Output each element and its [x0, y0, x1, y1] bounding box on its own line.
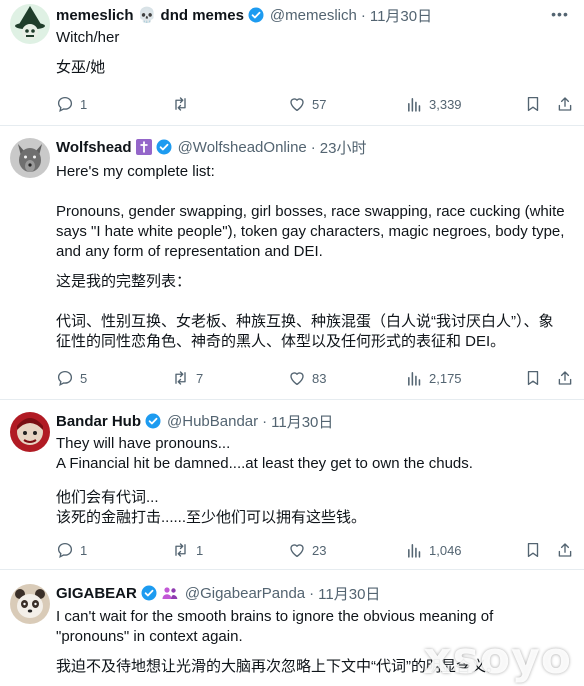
share-icon — [558, 543, 572, 557]
bookmark-button[interactable] — [524, 95, 542, 113]
timestamp[interactable]: 11月30日 — [271, 411, 333, 432]
avatar[interactable] — [10, 412, 50, 452]
timestamp[interactable]: 11月30日 — [318, 583, 380, 604]
views-icon — [408, 543, 421, 558]
heart-icon — [290, 98, 304, 112]
tweet-paragraph: Here's my complete list: — [56, 163, 215, 180]
tweet-paragraph: Pronouns, gender swapping, girl bosses, … — [56, 203, 569, 260]
tweet-text: They will have pronouns... A Financial h… — [56, 434, 566, 528]
avatar[interactable] — [10, 584, 50, 624]
retweet-icon — [175, 543, 186, 557]
bookmark-button[interactable] — [524, 369, 542, 387]
views-icon — [408, 97, 421, 112]
tweet-paragraph: 这是我的完整列表： — [56, 273, 192, 290]
tweet-paragraph: 女巫/她 — [56, 59, 106, 76]
like-count: 83 — [312, 370, 327, 386]
cross-icon — [135, 139, 152, 155]
timestamp[interactable]: 23小时 — [320, 137, 367, 158]
retweet-button[interactable]: 1 — [171, 541, 203, 559]
views-icon — [408, 371, 421, 386]
watermark-logo: xsoyo — [423, 633, 572, 684]
bookmark-icon — [527, 370, 539, 386]
reply-button[interactable]: 1 — [56, 95, 87, 113]
handle[interactable]: @memeslich — [270, 7, 357, 24]
like-count: 23 — [312, 542, 327, 558]
tweet-bandarhub[interactable]: Bandar Hub @HubBandar · 11月30日 They will… — [0, 400, 584, 570]
tweet-text: Here's my complete list: Pronouns, gende… — [56, 162, 566, 352]
separator: · — [310, 138, 316, 156]
retweet-button[interactable] — [171, 95, 196, 113]
tweet-wolfshead[interactable]: Wolfshead @WolfsheadOnline · 23小时 Here's… — [0, 126, 584, 400]
more-options-icon[interactable]: ••• — [548, 4, 572, 24]
bookmark-button[interactable] — [524, 541, 542, 559]
handle[interactable]: @WolfsheadOnline — [178, 139, 307, 156]
share-button[interactable] — [556, 369, 574, 387]
display-name[interactable]: memeslich 💀 dnd memes — [56, 6, 244, 24]
like-button[interactable]: 57 — [288, 95, 326, 113]
like-count: 57 — [312, 96, 327, 112]
verified-icon — [156, 139, 172, 155]
action-bar: 5 7 83 2,175 — [56, 368, 572, 388]
tweet-text: Witch/her 女巫/她 — [56, 28, 566, 78]
heart-icon — [290, 372, 304, 386]
separator: · — [360, 6, 366, 24]
action-bar: 1 57 3,339 — [56, 94, 572, 114]
share-button[interactable] — [556, 541, 574, 559]
reply-button[interactable]: 5 — [56, 369, 87, 387]
like-button[interactable]: 23 — [288, 541, 326, 559]
share-icon — [558, 97, 572, 111]
reply-count: 1 — [80, 96, 88, 112]
like-button[interactable]: 83 — [288, 369, 326, 387]
views-button[interactable]: 2,175 — [406, 370, 462, 387]
reply-icon — [57, 96, 73, 112]
tweet-memeslich[interactable]: memeslich 💀 dnd memes @memeslich · 11月30… — [0, 0, 584, 126]
display-name[interactable]: GIGABEAR — [56, 585, 137, 602]
view-count: 3,339 — [429, 96, 462, 112]
handle[interactable]: @HubBandar — [167, 413, 258, 430]
avatar[interactable] — [10, 4, 50, 44]
tweet-paragraph: 代词、性别互换、女老板、种族互换、种族混蛋（白人说“我讨厌白人”）、象征性的同性… — [56, 313, 554, 350]
tweet-paragraph: 他们会有代词... 该死的金融打击......至少他们可以拥有这些钱。 — [56, 489, 367, 526]
avatar[interactable] — [10, 138, 50, 178]
tweet-paragraph: They will have pronouns... A Financial h… — [56, 435, 473, 472]
reply-count: 1 — [80, 542, 88, 558]
verified-icon — [145, 413, 161, 429]
heart-icon — [290, 544, 304, 558]
reply-button[interactable]: 1 — [56, 541, 87, 559]
separator: · — [309, 584, 315, 602]
view-count: 2,175 — [429, 370, 462, 386]
reply-icon — [57, 542, 73, 558]
display-name[interactable]: Wolfshead — [56, 139, 132, 156]
retweet-count: 7 — [196, 370, 204, 386]
tweet-paragraph: Witch/her — [56, 29, 120, 46]
retweet-count: 1 — [196, 542, 204, 558]
reply-icon — [57, 370, 73, 386]
reply-count: 5 — [80, 370, 88, 386]
separator: · — [262, 412, 268, 430]
people-icon — [161, 585, 179, 601]
timestamp[interactable]: 11月30日 — [370, 5, 432, 26]
retweet-button[interactable]: 7 — [171, 369, 203, 387]
bookmark-icon — [527, 96, 539, 112]
share-button[interactable] — [556, 95, 574, 113]
share-icon — [558, 371, 572, 385]
views-button[interactable]: 1,046 — [406, 542, 462, 559]
bookmark-icon — [527, 542, 539, 558]
retweet-icon — [175, 371, 186, 385]
handle[interactable]: @GigabearPanda — [185, 585, 305, 602]
verified-icon — [248, 7, 264, 23]
views-button[interactable]: 3,339 — [406, 96, 462, 113]
retweet-icon — [175, 97, 186, 111]
display-name[interactable]: Bandar Hub — [56, 413, 141, 430]
verified-icon — [141, 585, 157, 601]
view-count: 1,046 — [429, 542, 462, 558]
action-bar: 1 1 23 1,046 — [56, 540, 572, 560]
